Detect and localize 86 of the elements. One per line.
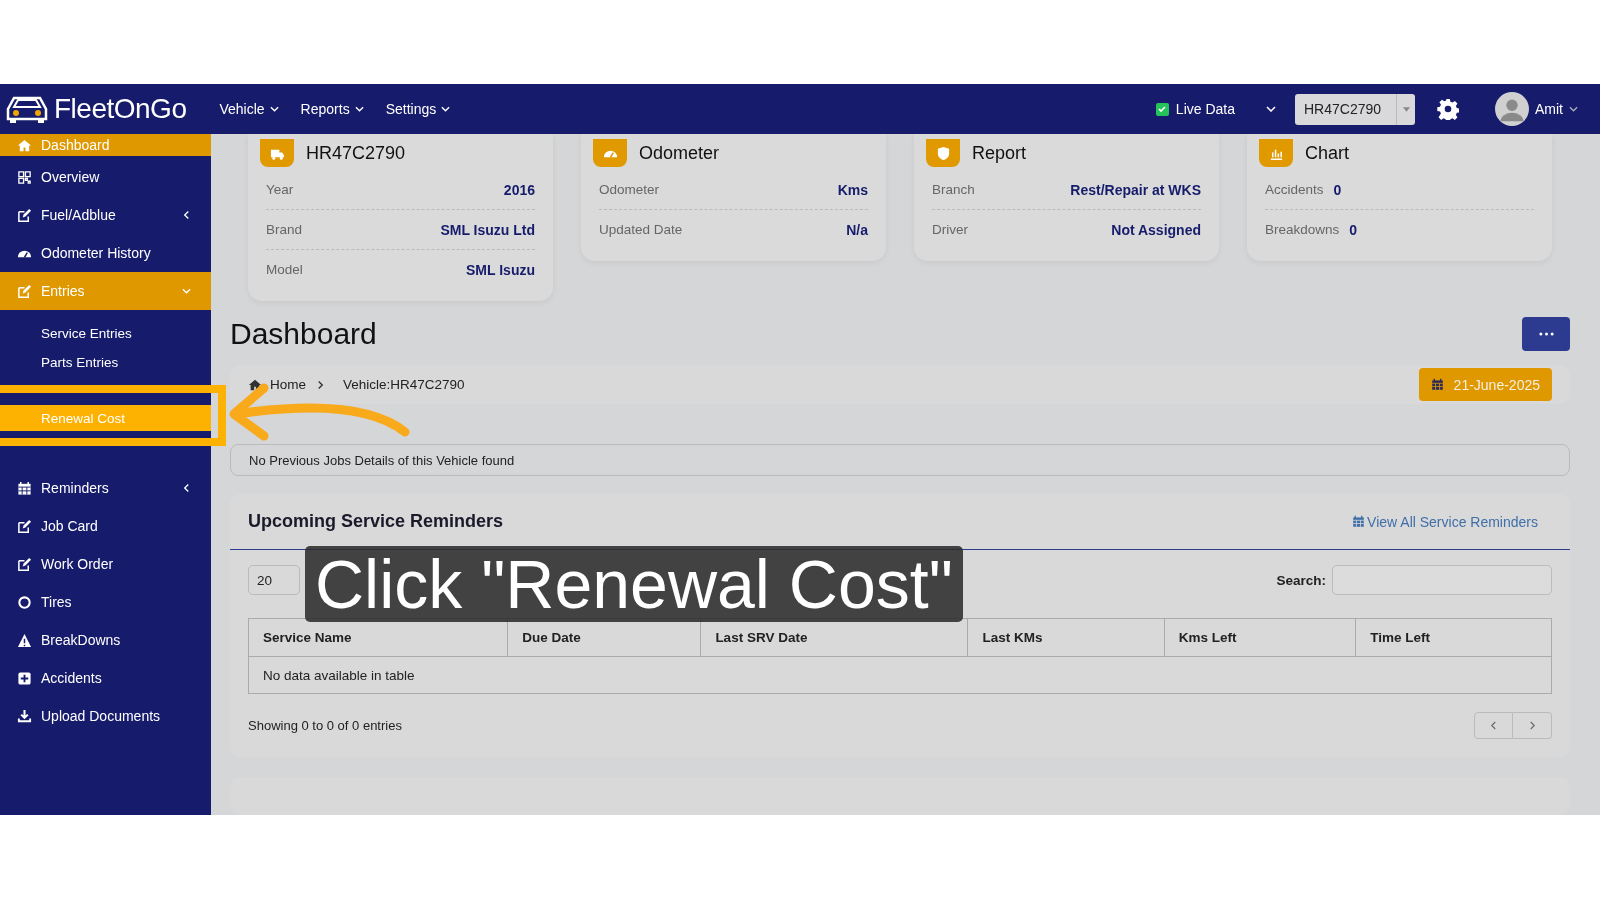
column-header: Kms Left [1164,618,1356,657]
sidebar-item[interactable]: Work Order [0,545,211,583]
more-button[interactable] [1522,317,1570,351]
field-label: Accidents [1265,182,1324,197]
sidebar-item[interactable]: Accidents [0,659,211,697]
field-value: SML Isuzu Ltd [440,221,535,238]
field-label: Breakdowns [1265,222,1340,237]
more-icon [1538,332,1554,336]
caret-icon [354,106,364,112]
breadcrumb-link[interactable]: Home [270,377,306,393]
field-label: Branch [932,182,975,197]
table-info: Showing 0 to 0 of 0 entries [248,718,402,733]
sidebar-item[interactable]: Job Card [0,507,211,545]
sidebar-item[interactable]: Fuel/Adblue [0,196,211,234]
nav-menu[interactable]: Settings [374,101,462,117]
avatar-icon [1495,92,1529,126]
shield-icon [935,145,951,161]
edit-icon [17,518,32,534]
chevron-icon [1265,106,1277,112]
field-value: SML Isuzu [466,261,535,278]
field-value: N/a [846,221,868,238]
card-title: Report [972,142,1027,164]
dropdown-arrow-icon [1402,106,1410,112]
sidebar-subitem[interactable]: Service Entries [0,319,211,348]
field-value: Kms [837,181,868,198]
caret-icon [441,106,451,112]
grid-icon [17,169,32,185]
caret-icon [1569,106,1578,112]
empty-table-message: No data available in table [248,656,1552,694]
live-data-checkbox[interactable] [1155,102,1169,116]
field-value: Rest/Repair at WKS [1070,181,1201,198]
column-header: Last KMs [967,618,1165,657]
circle-icon [17,594,32,610]
chevron-icon [1528,721,1536,730]
page-length-select[interactable]: 20 [248,565,300,595]
home-icon [248,377,262,392]
card-title: Chart [1305,142,1349,164]
card-title: Odometer [639,142,720,164]
nav-menu[interactable]: Vehicle [208,101,290,117]
field-value: 0 [1333,181,1342,198]
chevron-icon [1490,721,1497,730]
nav-menu[interactable]: Reports [289,101,375,117]
field-label: Odometer [599,182,660,197]
sidebar-item[interactable]: Odometer History [0,234,211,272]
field-label: Year [266,182,294,197]
warning-icon [17,632,32,648]
calendar-icon [1430,378,1444,392]
notice-message: No Previous Jobs Details of this Vehicle found [230,444,1570,476]
view-all-link[interactable]: View All Service Reminders [1352,513,1538,530]
edit-icon [17,556,32,572]
plus-square-icon [17,670,32,686]
page-title: Dashboard [230,317,377,351]
edit-icon [17,207,32,223]
sidebar-item[interactable]: Overview [0,158,211,196]
card-title: HR47C2790 [306,142,406,164]
field-label: Updated Date [599,222,683,237]
caret-icon [269,106,279,112]
tutorial-caption: Click "Renewal Cost" [305,546,963,622]
calendar-icon [1352,515,1366,528]
settings-icon[interactable] [1437,98,1459,120]
field-label: Driver [932,222,968,237]
sidebar-item[interactable]: BreakDowns [0,621,211,659]
sidebar-item[interactable]: Reminders [0,469,211,507]
download-icon [17,708,32,724]
vehicle-select[interactable]: HR47C2790 [1295,93,1415,125]
sidebar-subitem[interactable]: Parts Entries [0,348,211,377]
section-title: Upcoming Service Reminders [248,511,504,532]
field-label: Model [266,262,303,277]
breadcrumb-link[interactable]: Vehicle:HR47C2790 [343,377,465,393]
edit-icon [17,283,32,299]
chevron-icon [317,380,324,390]
check-icon [1157,104,1168,114]
live-data-label: Live Data [1175,101,1235,117]
calendar-icon [17,480,32,496]
home-icon [17,137,32,153]
sidebar-item[interactable]: Tires [0,583,211,621]
user-name[interactable]: Amit [1535,101,1563,117]
field-value: 2016 [503,181,535,198]
sidebar-item[interactable]: Upload Documents [0,697,211,735]
search-field[interactable] [1332,565,1552,595]
field-value: Not Assigned [1111,221,1201,238]
field-value: 0 [1349,221,1358,238]
app-logo-text: FleetOnGo [54,93,187,125]
field-label: Brand [266,222,303,237]
column-header: Time Left [1355,618,1552,657]
search-label: Search: [1276,572,1326,588]
